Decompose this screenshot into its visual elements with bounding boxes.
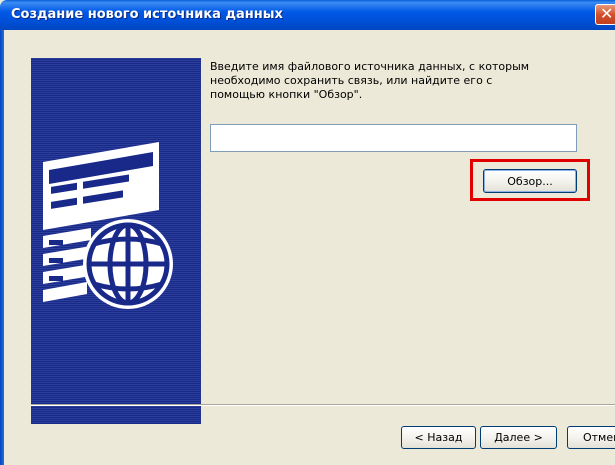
- instruction-text: Введите имя файлового источника данных, …: [210, 60, 530, 101]
- title-bar: Создание нового источника данных ✕: [0, 0, 615, 30]
- window-title: Создание нового источника данных: [11, 7, 283, 22]
- cancel-button[interactable]: Отмена: [567, 426, 615, 449]
- data-source-path-input[interactable]: [210, 124, 577, 152]
- footer-separator: [31, 404, 615, 406]
- close-button[interactable]: ✕: [595, 4, 615, 25]
- browse-button[interactable]: Обзор...: [483, 169, 577, 193]
- data-source-globe-icon: [43, 142, 173, 309]
- back-button[interactable]: < Назад: [401, 426, 476, 449]
- highlight-box: Обзор...: [470, 159, 590, 201]
- window-frame-left: [0, 30, 4, 465]
- wizard-banner: [31, 58, 201, 424]
- next-button[interactable]: Далее >: [480, 426, 557, 449]
- close-icon: ✕: [600, 4, 614, 23]
